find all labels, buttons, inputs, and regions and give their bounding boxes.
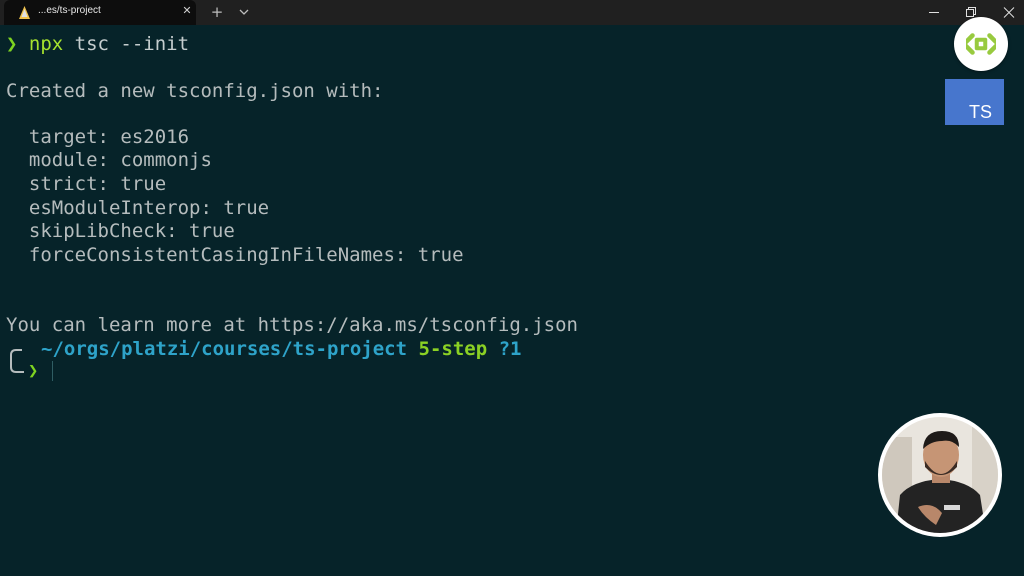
option-line: strict: true [6,173,167,195]
option-line: module: commonjs [6,149,212,171]
prompt-arrow: ❯ [6,33,18,55]
terminal-output[interactable]: ❯ npx tsc --init Created a new tsconfig.… [0,25,1024,576]
platzi-logo-icon [966,33,996,55]
option-line: esModuleInterop: true [6,197,270,219]
option-line: forceConsistentCasingInFileNames: true [6,244,464,266]
command-line: ❯ npx tsc --init [6,33,189,55]
command-args: tsc --init [63,33,190,55]
new-tab-button[interactable]: + [208,3,226,21]
option-line: skipLibCheck: true [6,220,235,242]
terminal-app-icon [19,6,30,19]
created-message: Created a new tsconfig.json with: [6,80,384,102]
text-cursor [52,361,53,381]
command-name: npx [28,33,64,55]
tab-terminal[interactable]: ...es/ts-project ✕ [4,0,196,25]
prompt-arrow: ❯ [28,361,39,381]
current-path: ~/orgs/platzi/courses/ts-project [41,338,408,360]
presenter-webcam [878,413,1002,537]
learn-more-message: You can learn more at https://aka.ms/tsc… [6,314,578,336]
git-branch: 5-step [418,338,488,360]
presenter-image [882,417,998,533]
platzi-logo-badge [954,17,1008,71]
close-tab-icon[interactable]: ✕ [180,4,194,18]
tab-title: ...es/ts-project [38,5,101,16]
chevron-down-icon[interactable] [236,4,252,20]
option-line: target: es2016 [6,126,190,148]
typescript-badge-label: TS [968,102,992,122]
prompt-line: ~/orgs/platzi/courses/ts-project 5-step … [41,338,521,360]
typescript-badge: TS [945,79,1004,125]
title-bar: ...es/ts-project ✕ + [0,0,1024,25]
git-status: ?1 [498,338,522,360]
